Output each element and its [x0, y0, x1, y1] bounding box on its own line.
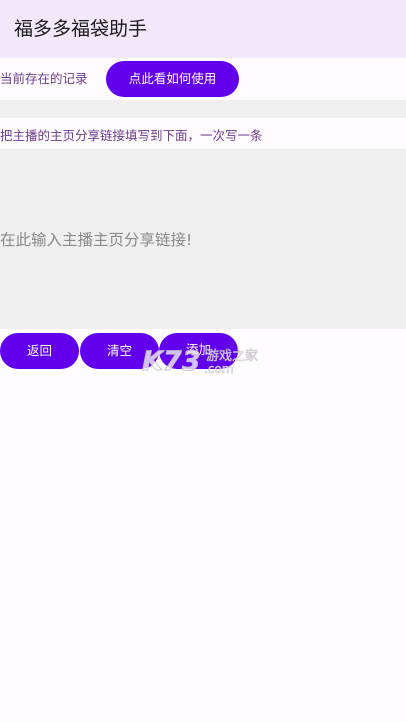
clear-button[interactable]: 清空: [80, 333, 159, 369]
app-bar: 福多多福袋助手: [0, 0, 406, 58]
instruction-label: 把主播的主页分享链接填写到下面，一次写一条: [0, 128, 263, 143]
share-link-input[interactable]: [0, 149, 406, 329]
back-button[interactable]: 返回: [0, 333, 79, 369]
records-label: 当前存在的记录: [0, 71, 88, 86]
app-title: 福多多福袋助手: [14, 18, 148, 40]
how-to-use-button[interactable]: 点此看如何使用: [106, 61, 239, 97]
add-button[interactable]: 添加: [159, 333, 238, 369]
records-list: [0, 100, 406, 118]
